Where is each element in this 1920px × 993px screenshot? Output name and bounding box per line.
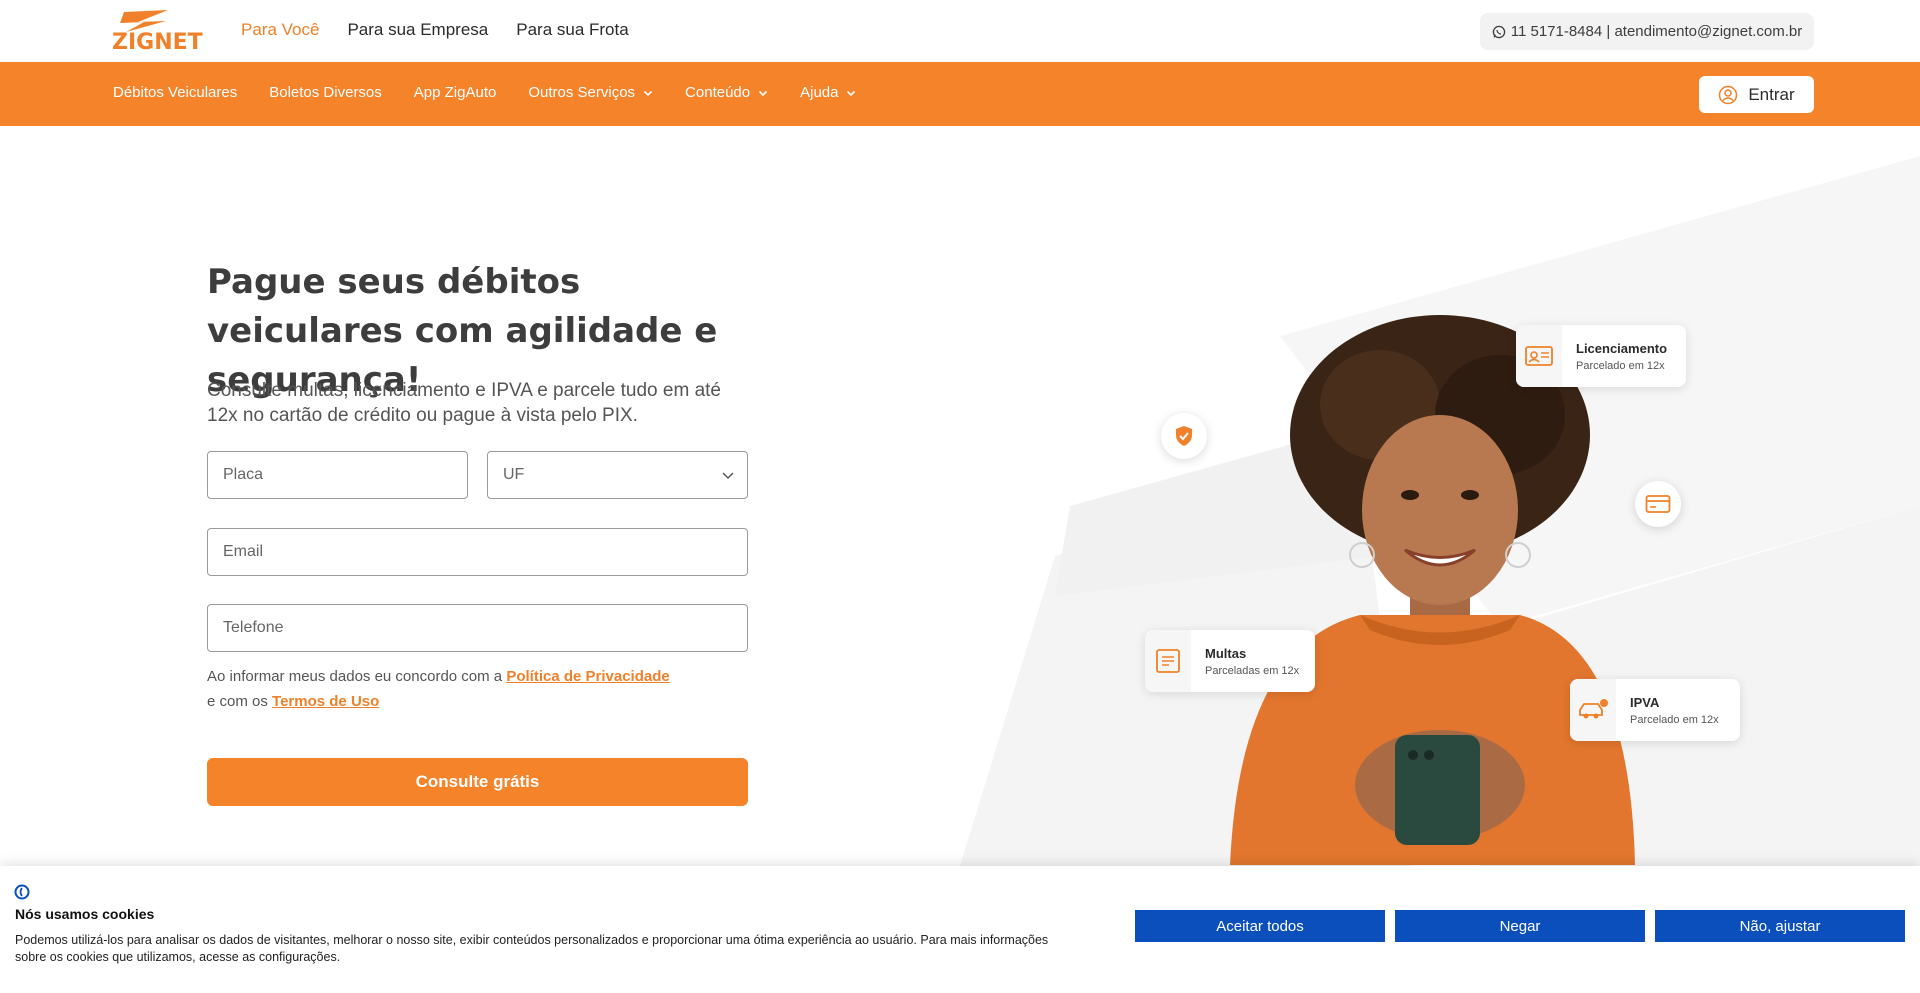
- nav-ajuda-label: Ajuda: [800, 84, 839, 101]
- chevron-down-icon: [759, 90, 768, 96]
- consent-text: Ao informar meus dados eu concordo com a…: [207, 664, 767, 714]
- nav-app-zigauto[interactable]: App ZigAuto: [414, 84, 497, 101]
- login-label: Entrar: [1748, 84, 1795, 104]
- hero-subtitle: Consulte multas, licenciamento e IPVA e …: [207, 380, 721, 426]
- logo-wordmark: ZIGNET: [112, 30, 203, 55]
- nav-debitos-veiculares[interactable]: Débitos Veiculares: [113, 84, 237, 101]
- nav-boletos-diversos[interactable]: Boletos Diversos: [269, 84, 382, 101]
- uf-selected-value: UF: [503, 466, 525, 483]
- card-multas-subtitle: Parceladas em 12x: [1205, 664, 1300, 677]
- contact-info[interactable]: 11 5171-8484 | atendimento@zignet.com.br: [1480, 13, 1814, 50]
- card-ipva: IPVA Parcelado em 12x: [1570, 679, 1740, 741]
- nav-conteudo[interactable]: Conteúdo: [685, 84, 768, 101]
- telefone-placeholder: Telefone: [223, 619, 284, 636]
- car-alert-icon: [1570, 679, 1616, 741]
- consent-prefix: Ao informar meus dados eu concordo com a: [207, 668, 507, 685]
- cookie-banner: Nós usamos cookies Podemos utilizá-los p…: [0, 866, 1920, 993]
- credit-card-icon: [1645, 495, 1671, 513]
- nav-outros-servicos-label: Outros Serviços: [528, 84, 636, 101]
- zignet-logo[interactable]: ZIGNET: [112, 8, 204, 55]
- card-multas-title: Multas: [1205, 645, 1247, 661]
- placa-placeholder: Placa: [223, 466, 264, 483]
- shield-check-badge: [1161, 413, 1207, 459]
- terms-of-use-link[interactable]: Termos de Uso: [272, 693, 379, 710]
- card-licenciamento: Licenciamento Parcelado em 12x: [1516, 325, 1686, 387]
- card-ipva-subtitle: Parcelado em 12x: [1630, 713, 1719, 726]
- cookie-deny-button[interactable]: Negar: [1395, 910, 1645, 942]
- consult-free-button[interactable]: Consulte grátis: [207, 758, 748, 806]
- cookie-consent-logo-icon: [14, 884, 30, 900]
- user-icon: [1719, 85, 1738, 104]
- woman-with-phone-photo: [1230, 315, 1635, 865]
- nav-para-voce[interactable]: Para Você: [241, 20, 319, 40]
- nav-debitos-veiculares-label: Débitos Veiculares: [113, 84, 238, 101]
- email-input[interactable]: Email: [207, 528, 748, 576]
- main-nav-bar: Débitos Veiculares Boletos Diversos App …: [0, 62, 1920, 126]
- credit-card-badge: [1635, 481, 1681, 527]
- uf-select[interactable]: UF: [487, 451, 748, 499]
- cookie-adjust-button[interactable]: Não, ajustar: [1655, 910, 1905, 942]
- nav-outros-servicos[interactable]: Outros Serviços: [528, 84, 653, 101]
- login-button[interactable]: Entrar: [1699, 76, 1814, 113]
- nav-para-sua-empresa[interactable]: Para sua Empresa: [347, 20, 488, 40]
- nav-boletos-diversos-label: Boletos Diversos: [269, 84, 382, 101]
- card-multas: Multas Parceladas em 12x: [1145, 630, 1315, 692]
- cookie-accept-all-button[interactable]: Aceitar todos: [1135, 910, 1385, 942]
- placa-input[interactable]: Placa: [207, 451, 468, 499]
- email-placeholder: Email: [223, 543, 264, 560]
- consult-free-label: Consulte grátis: [415, 772, 540, 791]
- nav-conteudo-label: Conteúdo: [685, 84, 751, 101]
- main-nav: Débitos Veiculares Boletos Diversos App …: [113, 84, 856, 101]
- whatsapp-icon: [1492, 25, 1505, 38]
- contact-text: 11 5171-8484 | atendimento@zignet.com.br: [1510, 23, 1803, 40]
- id-card-icon: [1516, 325, 1562, 387]
- privacy-policy-link[interactable]: Política de Privacidade: [506, 668, 669, 685]
- nav-app-zigauto-label: App ZigAuto: [413, 84, 497, 101]
- card-licenciamento-subtitle: Parcelado em 12x: [1576, 359, 1665, 372]
- consent-middle: e com os: [207, 693, 273, 710]
- telefone-input[interactable]: Telefone: [207, 604, 748, 652]
- top-bar: ZIGNET Para Você Para sua Empresa Para s…: [0, 0, 1920, 62]
- audience-nav: Para Você Para sua Empresa Para sua Frot…: [241, 20, 629, 40]
- chevron-down-icon: [722, 472, 734, 480]
- ticket-icon: [1145, 630, 1191, 692]
- cookie-title: Nós usamos cookies: [15, 906, 155, 922]
- shield-check-icon: [1176, 426, 1192, 446]
- chevron-down-icon: [847, 90, 856, 96]
- chevron-down-icon: [643, 90, 653, 96]
- card-ipva-title: IPVA: [1630, 694, 1660, 710]
- cookie-text: Podemos utilizá-los para analisar os dad…: [15, 933, 1049, 964]
- nav-ajuda[interactable]: Ajuda: [800, 84, 856, 101]
- nav-para-sua-frota[interactable]: Para sua Frota: [516, 20, 628, 40]
- card-licenciamento-title: Licenciamento: [1576, 340, 1668, 356]
